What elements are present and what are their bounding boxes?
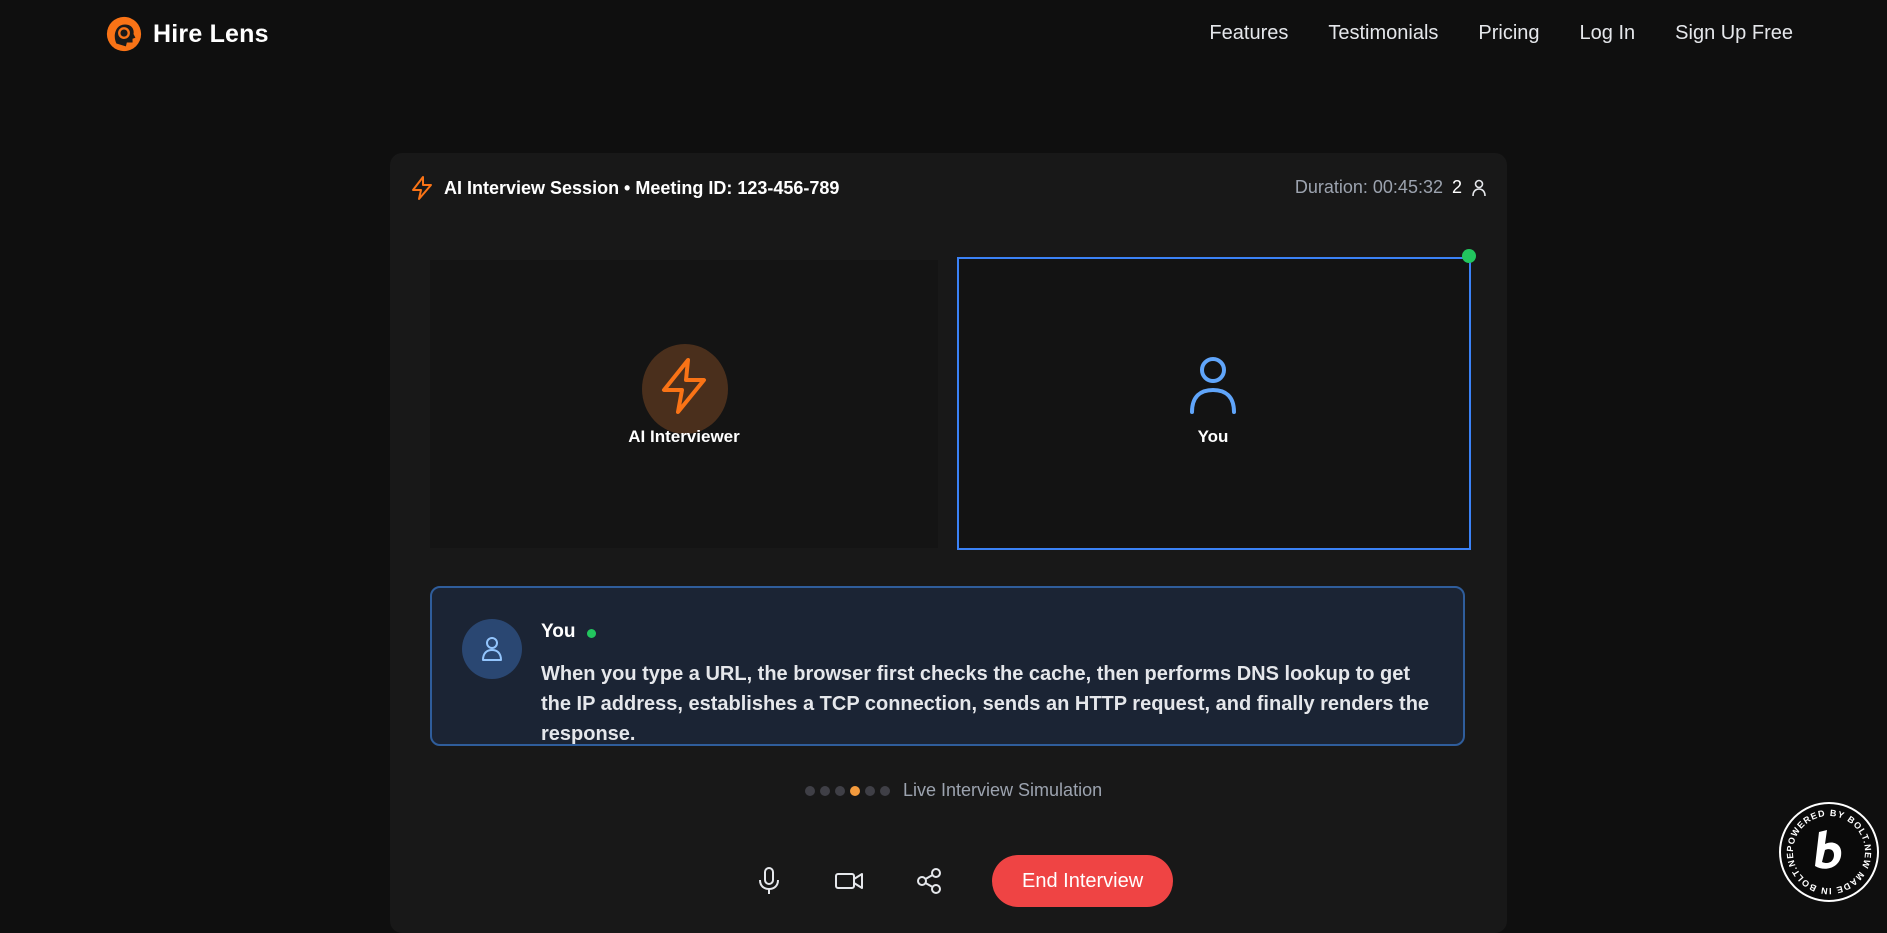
session-header: AI Interview Session • Meeting ID: 123-4… [410, 173, 1487, 203]
nav-link-signup[interactable]: Sign Up Free [1675, 22, 1793, 45]
microphone-icon [759, 867, 779, 894]
simulation-label: Live Interview Simulation [903, 780, 1103, 800]
badge-text: POWERED BY BOLT.NEW MADE IN BOLT.NEW [1776, 796, 1872, 896]
lightning-icon [412, 176, 432, 200]
top-nav: Hire Lens Features Testimonials Pricing … [0, 0, 1887, 72]
progress-dot [805, 785, 815, 796]
speaker-name: You [541, 621, 576, 642]
video-button[interactable] [826, 858, 872, 904]
interview-session-card: AI Interview Session • Meeting ID: 123-4… [390, 153, 1507, 933]
nav-link-features[interactable]: Features [1209, 22, 1288, 45]
nav-link-testimonials[interactable]: Testimonials [1328, 22, 1438, 45]
nav-link-pricing[interactable]: Pricing [1478, 22, 1539, 45]
simulation-progress: Live Interview Simulation [805, 780, 1102, 801]
bolt-badge[interactable]: POWERED BY BOLT.NEW MADE IN BOLT.NEW [1776, 796, 1879, 902]
progress-dot [835, 785, 845, 796]
you-live-indicator [1462, 249, 1476, 263]
brand[interactable]: Hire Lens [105, 15, 269, 53]
share-button[interactable] [906, 858, 952, 904]
nav-link-login[interactable]: Log In [1580, 22, 1636, 45]
video-icon [835, 873, 863, 889]
user-icon [1190, 357, 1236, 414]
svg-text:POWERED BY BOLT.NEW MADE IN BO: POWERED BY BOLT.NEW MADE IN BOLT.NEW [1781, 804, 1873, 896]
ai-interviewer-label: AI Interviewer [628, 427, 740, 446]
progress-dot [865, 785, 875, 796]
progress-dot [820, 785, 830, 796]
progress-dot-active [850, 785, 860, 796]
call-controls: End Interview [746, 855, 1174, 907]
share-icon [917, 868, 941, 894]
you-label: You [1197, 427, 1229, 446]
brand-name: Hire Lens [153, 19, 269, 48]
user-icon [1472, 179, 1486, 196]
bolt-b-icon: POWERED BY BOLT.NEW MADE IN BOLT.NEW [1776, 796, 1873, 896]
avatar [462, 619, 522, 679]
lightning-icon [662, 358, 706, 414]
nav-links: Features Testimonials Pricing Log In Sig… [1209, 22, 1793, 45]
head-logo-icon [106, 16, 142, 52]
microphone-button[interactable] [746, 858, 792, 904]
session-duration: Duration: 00:45:32 [1294, 177, 1443, 197]
end-interview-button[interactable]: End Interview [992, 855, 1174, 907]
user-icon [482, 637, 502, 661]
session-title: AI Interview Session • Meeting ID: 123-4… [444, 177, 840, 198]
speech-text: When you type a URL, the browser first c… [541, 663, 1430, 745]
progress-dot [880, 785, 890, 796]
transcript-panel: You When you type a URL, the browser fir… [430, 586, 1465, 746]
speaker-live-indicator [587, 629, 596, 638]
participant-count: 2 [1451, 177, 1462, 197]
session-meta: Duration: 00:45:32 2 [1295, 177, 1487, 198]
